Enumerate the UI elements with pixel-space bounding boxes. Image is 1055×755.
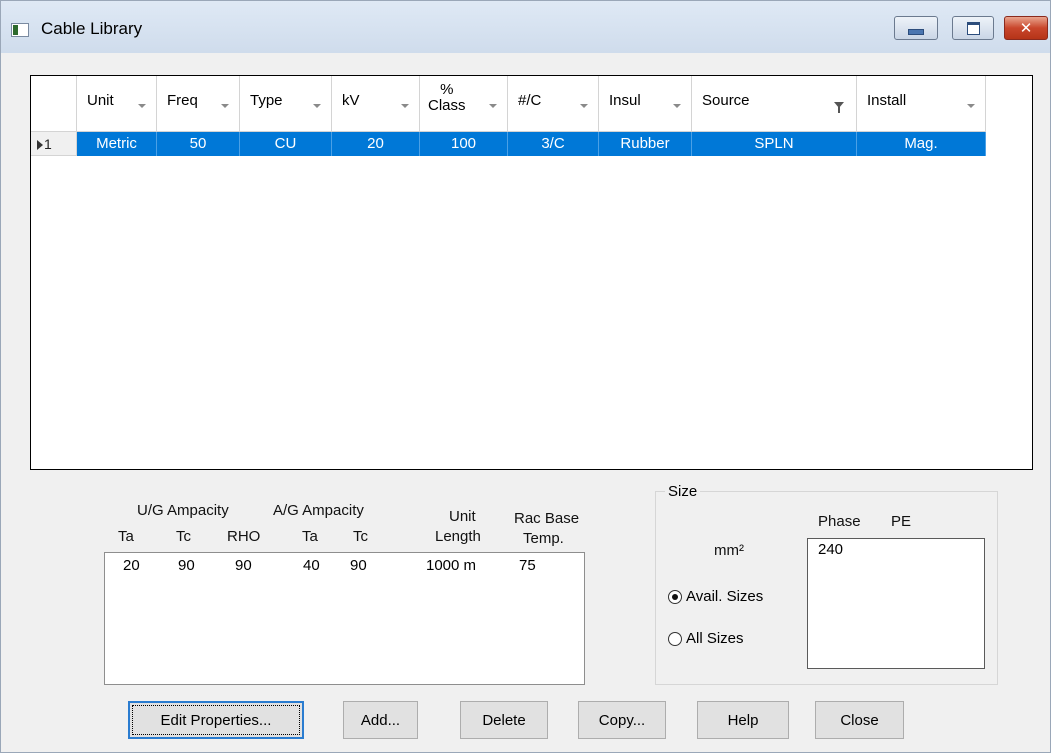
dropdown-arrow-icon[interactable] [489,104,497,108]
column-header-2[interactable]: Type [240,76,332,132]
title-bar[interactable]: Cable Library ✕ [1,1,1050,53]
radio-checked-icon [668,589,682,604]
table-cell[interactable]: 50 [157,132,240,156]
ug-ampacity-label: U/G Ampacity [137,502,229,519]
filter-icon[interactable] [834,102,844,113]
phase-label: Phase [818,513,861,530]
window-title: Cable Library [41,19,143,38]
maximize-button[interactable] [952,16,994,40]
column-header-label: Freq [167,92,198,109]
ug-rho-header: RHO [227,528,261,545]
ag-tc-header: Tc [353,528,368,545]
ug-tc-value: 90 [178,557,195,574]
column-header-4[interactable]: % Class [420,76,508,132]
column-header-5[interactable]: #/C [508,76,599,132]
table-cell[interactable]: 100 [420,132,508,156]
column-header-label: Type [250,92,283,109]
row-selector[interactable]: 1 [31,132,77,156]
all-sizes-radio[interactable]: All Sizes [668,630,744,647]
ampacity-list[interactable]: 20 90 90 40 90 1000 m 75 [104,552,585,685]
table-row[interactable]: 1 Metric 50 CU 20 100 3/C Rubber SPLN Mag. [31,132,986,156]
help-button[interactable]: Help [697,701,789,739]
minimize-button[interactable] [894,16,938,40]
help-label: Help [727,711,759,729]
add-button[interactable]: Add... [343,701,418,739]
dropdown-arrow-icon[interactable] [221,104,229,108]
cable-grid[interactable]: Unit Freq Type kV % Class #/C Insul Source Insta… [30,75,1033,470]
table-cell[interactable]: Rubber [599,132,692,156]
column-header-label: % Class [428,81,466,114]
ag-ta-header: Ta [302,528,318,545]
copy-button[interactable]: Copy... [578,701,666,739]
dropdown-arrow-icon[interactable] [967,104,975,108]
avail-sizes-label: Avail. Sizes [686,588,764,605]
column-header-1[interactable]: Freq [157,76,240,132]
table-cell[interactable]: Mag. [857,132,986,156]
column-header-8[interactable]: Install [857,76,986,132]
pe-label: PE [891,513,912,530]
ag-tc-value: 90 [350,557,367,574]
column-header-label: Insul [609,92,641,109]
close-label: Close [840,711,879,729]
column-header-3[interactable]: kV [332,76,420,132]
size-unit-label: mm² [714,542,744,559]
delete-button[interactable]: Delete [460,701,548,739]
dropdown-arrow-icon[interactable] [313,104,321,108]
ug-tc-header: Tc [176,528,191,545]
column-header-label: Unit [87,92,114,109]
current-row-arrow-icon [37,140,43,151]
copy-label: Copy... [598,711,646,729]
ag-ta-value: 40 [303,557,320,574]
table-cell[interactable]: Metric [77,132,157,156]
table-cell[interactable]: 20 [332,132,420,156]
add-label: Add... [360,711,401,729]
app-icon [11,23,29,37]
column-header-label: Source [702,92,750,109]
radio-unchecked-icon [668,631,682,646]
delete-label: Delete [482,711,526,729]
grid-header: Unit Freq Type kV % Class #/C Insul Source Insta… [31,76,986,132]
column-header-label: Install [867,92,907,109]
unit-length-sub: Length [435,528,481,545]
dropdown-arrow-icon[interactable] [673,104,681,108]
column-header-6[interactable]: Insul [599,76,692,132]
edit-properties-label: Edit Properties... [160,711,272,729]
row-index: 1 [44,136,52,152]
column-header-0[interactable]: Unit [77,76,157,132]
column-header-7[interactable]: Source [692,76,857,132]
grid-corner-header [31,76,77,132]
rac-base-sub: Temp. [523,530,564,547]
table-cell[interactable]: CU [240,132,332,156]
close-window-button[interactable]: ✕ [1004,16,1048,40]
dropdown-arrow-icon[interactable] [580,104,588,108]
table-cell[interactable]: SPLN [692,132,857,156]
list-item[interactable]: 240 [818,541,843,558]
ug-ta-value: 20 [123,557,140,574]
rac-base-title: Rac Base [514,510,580,527]
size-legend: Size [665,483,701,500]
avail-sizes-radio[interactable]: Avail. Sizes [668,588,763,605]
ug-rho-value: 90 [235,557,252,574]
unit-length-title: Unit [449,508,476,525]
phase-size-list[interactable]: 240 [807,538,985,669]
column-header-label: #/C [518,92,542,109]
close-button[interactable]: Close [815,701,904,739]
column-header-label: kV [342,92,360,109]
all-sizes-label: All Sizes [686,630,744,647]
edit-properties-button[interactable]: Edit Properties... [128,701,304,739]
close-icon: ✕ [1019,20,1033,37]
maximize-icon [966,21,980,35]
unit-length-value: 1000 m [426,557,477,574]
dropdown-arrow-icon[interactable] [138,104,146,108]
minimize-icon [908,29,924,35]
dropdown-arrow-icon[interactable] [401,104,409,108]
ug-ta-header: Ta [118,528,134,545]
table-cell[interactable]: 3/C [508,132,599,156]
rac-base-value: 75 [519,557,536,574]
ag-ampacity-label: A/G Ampacity [273,502,364,519]
